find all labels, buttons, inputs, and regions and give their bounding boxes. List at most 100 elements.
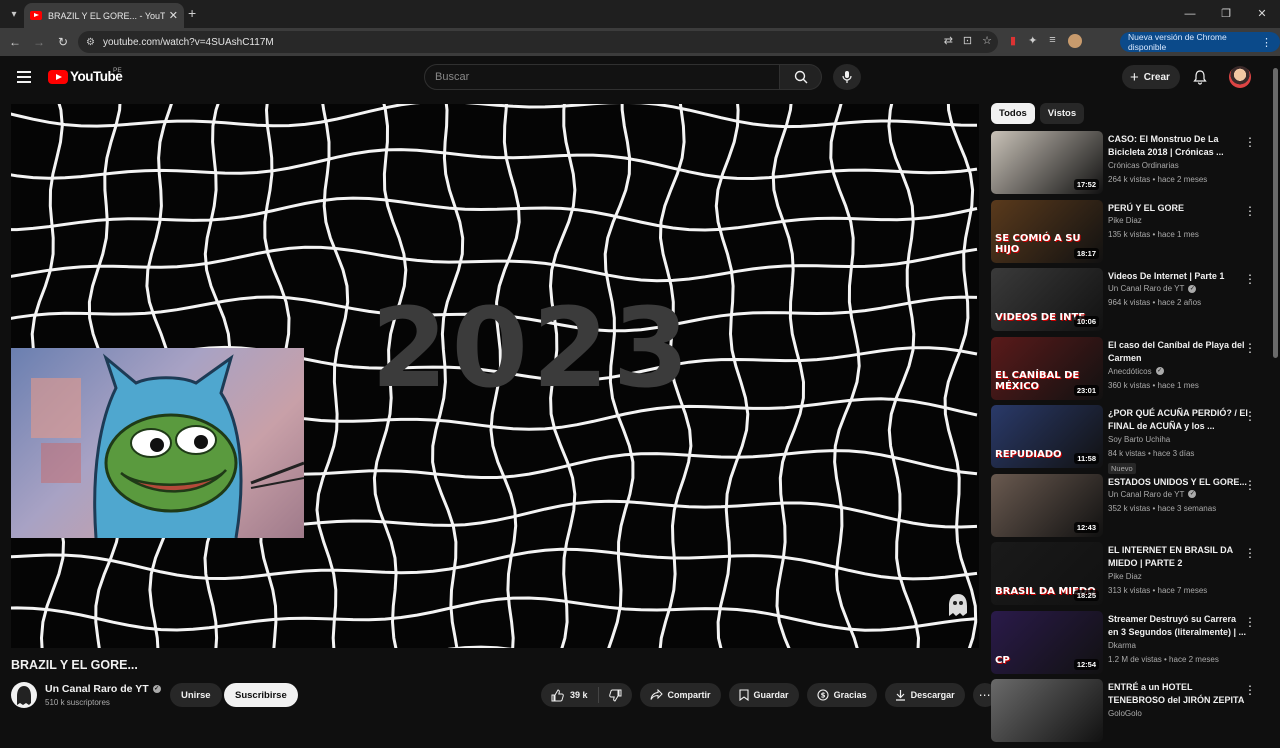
search-button[interactable]	[780, 64, 822, 90]
thumbs-up-icon	[551, 688, 564, 701]
video-player[interactable]: 2023	[11, 104, 979, 648]
recommendation-item[interactable]: 17:52 CASO: El Monstruo De La Bicicleta 2…	[991, 131, 1266, 200]
recommendation-title[interactable]: EL INTERNET EN BRASIL DA MIEDO | PARTE 2	[1108, 544, 1248, 570]
translate-icon[interactable]: ⇄	[944, 34, 953, 47]
recommendation-title[interactable]: PERÚ Y EL GORE	[1108, 202, 1248, 215]
recommendation-channel[interactable]: Crónicas Ordinarias	[1108, 161, 1179, 170]
bookmark-star-icon[interactable]: ☆	[982, 34, 992, 47]
recommendation-item[interactable]: VIDEOS DE INTE 10:06 Videos De Internet | …	[991, 268, 1266, 337]
thumbnail-caption: CP	[995, 654, 1010, 666]
tab-search-button[interactable]: ▾	[5, 5, 23, 23]
search-input[interactable]	[424, 64, 781, 90]
media-control-icon[interactable]: ≡	[1049, 34, 1055, 48]
more-options-icon[interactable]: ⋮	[1244, 409, 1256, 423]
more-options-icon[interactable]: ⋮	[1244, 546, 1256, 560]
recommendation-channel[interactable]: Un Canal Raro de YT ✓	[1108, 284, 1197, 293]
account-avatar[interactable]	[1229, 66, 1251, 88]
recommendation-channel[interactable]: GoloGolo	[1108, 709, 1142, 718]
recommendation-title[interactable]: El caso del Caníbal de Playa del Carmen	[1108, 339, 1248, 365]
voice-search-button[interactable]	[833, 64, 861, 90]
chrome-menu-icon[interactable]: ⋮	[1261, 36, 1272, 49]
back-button[interactable]: ←	[3, 35, 27, 49]
chip-vistos[interactable]: Vistos	[1039, 103, 1085, 124]
create-button[interactable]: + Crear	[1122, 65, 1180, 89]
channel-name[interactable]: Un Canal Raro de YT ✓	[45, 683, 161, 695]
recommendation-title[interactable]: ESTADOS UNIDOS Y EL GORE...	[1108, 476, 1248, 489]
menu-icon[interactable]	[17, 71, 31, 86]
pepe-frog-icon	[31, 353, 304, 538]
reload-button[interactable]: ↻	[51, 35, 75, 49]
svg-text:$: $	[820, 692, 825, 700]
video-title: BRAZIL Y EL GORE...	[11, 658, 138, 672]
minimize-button[interactable]: —	[1172, 0, 1208, 28]
recommendation-channel[interactable]: Un Canal Raro de YT ✓	[1108, 490, 1197, 499]
subscribe-button[interactable]: Suscribirse	[224, 683, 298, 707]
extension-icon[interactable]: ▮	[1010, 34, 1016, 48]
video-thumbnail[interactable]: CP 12:54	[991, 610, 1103, 674]
video-thumbnail[interactable]: 12:43	[991, 473, 1103, 537]
recommendation-title[interactable]: ¿POR QUÉ ACUÑA PERDIÓ? / El FINAL de ACU…	[1108, 407, 1248, 433]
forward-button[interactable]: →	[27, 35, 51, 49]
recommendation-channel[interactable]: Pike Diaz	[1108, 572, 1142, 581]
update-label: Nueva versión de Chrome disponible	[1128, 32, 1227, 52]
recommendation-meta: 135 k vistas • hace 1 mes	[1108, 229, 1199, 239]
recommendation-channel[interactable]: Anecdóticos ✓	[1108, 367, 1164, 376]
more-options-icon[interactable]: ⋮	[1244, 135, 1256, 149]
scrollbar-thumb[interactable]	[1273, 68, 1278, 358]
site-info-icon[interactable]: ⚙	[86, 37, 95, 48]
restore-button[interactable]: ❐	[1208, 0, 1244, 28]
recommendation-item[interactable]: REPUDIADO 11:58 ¿POR QUÉ ACUÑA PERDIÓ? / E…	[991, 405, 1266, 474]
recommendation-title[interactable]: Videos De Internet | Parte 1	[1108, 270, 1248, 283]
thanks-button[interactable]: $ Gracias	[806, 683, 877, 707]
recommendation-channel[interactable]: Soy Barto Uchiha	[1108, 435, 1170, 444]
notifications-bell-icon[interactable]	[1192, 69, 1208, 85]
like-button[interactable]: 39 k	[541, 687, 599, 703]
video-duration: 12:54	[1073, 658, 1099, 670]
video-thumbnail[interactable]: VIDEOS DE INTE 10:06	[991, 268, 1103, 331]
recommendation-item[interactable]: ENTRÉ a un HOTEL TENEBROSO del JIRÓN ZEP…	[991, 679, 1266, 748]
install-app-icon[interactable]: ⊡	[963, 34, 972, 47]
recommendation-title[interactable]: Streamer Destruyó su Carrera en 3 Segund…	[1108, 613, 1248, 639]
dislike-button[interactable]	[599, 689, 632, 702]
tab-close-icon[interactable]: ✕	[169, 9, 178, 22]
profile-avatar-icon[interactable]	[1067, 34, 1082, 48]
chrome-update-button[interactable]: Nueva versión de Chrome disponible ⋮	[1120, 32, 1280, 52]
channel-avatar[interactable]	[11, 682, 37, 708]
new-tab-button[interactable]: +	[188, 5, 196, 21]
share-button[interactable]: Compartir	[639, 683, 721, 707]
save-button[interactable]: Guardar	[728, 683, 799, 707]
video-thumbnail[interactable]: EL CANÍBAL DE MÉXICO 23:01	[991, 336, 1103, 400]
video-thumbnail[interactable]	[991, 679, 1103, 742]
video-thumbnail[interactable]: BRASIL DA MIEDO 18:25	[991, 542, 1103, 605]
recommendation-item[interactable]: BRASIL DA MIEDO 18:25 EL INTERNET EN BRASI…	[991, 542, 1266, 611]
recommendation-title[interactable]: CASO: El Monstruo De La Bicicleta 2018 |…	[1108, 133, 1248, 159]
chip-todos[interactable]: Todos	[991, 103, 1035, 124]
recommendation-item[interactable]: EL CANÍBAL DE MÉXICO 23:01 El caso del Can…	[991, 336, 1266, 406]
recommendation-title[interactable]: ENTRÉ a un HOTEL TENEBROSO del JIRÓN ZEP…	[1108, 681, 1248, 707]
more-options-icon[interactable]: ⋮	[1244, 272, 1256, 286]
recommendation-item[interactable]: 12:43 ESTADOS UNIDOS Y EL GORE... Un Canal…	[991, 473, 1266, 543]
more-options-icon[interactable]: ⋮	[1244, 683, 1256, 697]
recommendation-item[interactable]: SE COMIÓ A SU HIJO 18:17 PERÚ Y EL GORE Pik…	[991, 199, 1266, 269]
close-window-button[interactable]: ✕	[1244, 0, 1280, 28]
more-options-icon[interactable]: ⋮	[1244, 341, 1256, 355]
youtube-logo[interactable]: YouTube	[48, 69, 123, 84]
extensions-puzzle-icon[interactable]: ✦	[1028, 34, 1037, 48]
more-options-icon[interactable]: ⋮	[1244, 615, 1256, 629]
thumbs-down-icon	[608, 689, 622, 702]
page-scrollbar[interactable]	[1271, 56, 1280, 720]
more-options-icon[interactable]: ⋮	[1244, 478, 1256, 492]
join-button[interactable]: Unirse	[170, 683, 222, 707]
recommendation-channel[interactable]: Dkarma	[1108, 641, 1136, 650]
video-thumbnail[interactable]: SE COMIÓ A SU HIJO 18:17	[991, 199, 1103, 263]
verified-check-icon: ✓	[1155, 367, 1164, 375]
recommendation-channel[interactable]: Pike Diaz	[1108, 216, 1142, 225]
browser-tab[interactable]: BRAZIL Y EL GORE... - YouTube ✕	[24, 3, 184, 28]
address-bar[interactable]: ⚙ youtube.com/watch?v=4SUAshC117M ⇄ ⊡ ☆	[78, 31, 998, 53]
video-thumbnail[interactable]: 17:52	[991, 131, 1103, 194]
download-button[interactable]: Descargar	[884, 683, 965, 707]
more-options-icon[interactable]: ⋮	[1244, 204, 1256, 218]
video-thumbnail[interactable]: REPUDIADO 11:58	[991, 405, 1103, 468]
browser-tab-strip: ▾ BRAZIL Y EL GORE... - YouTube ✕ + — ❐ …	[0, 0, 1280, 28]
recommendation-item[interactable]: CP 12:54 Streamer Destruyó su Carrera en 3…	[991, 610, 1266, 680]
